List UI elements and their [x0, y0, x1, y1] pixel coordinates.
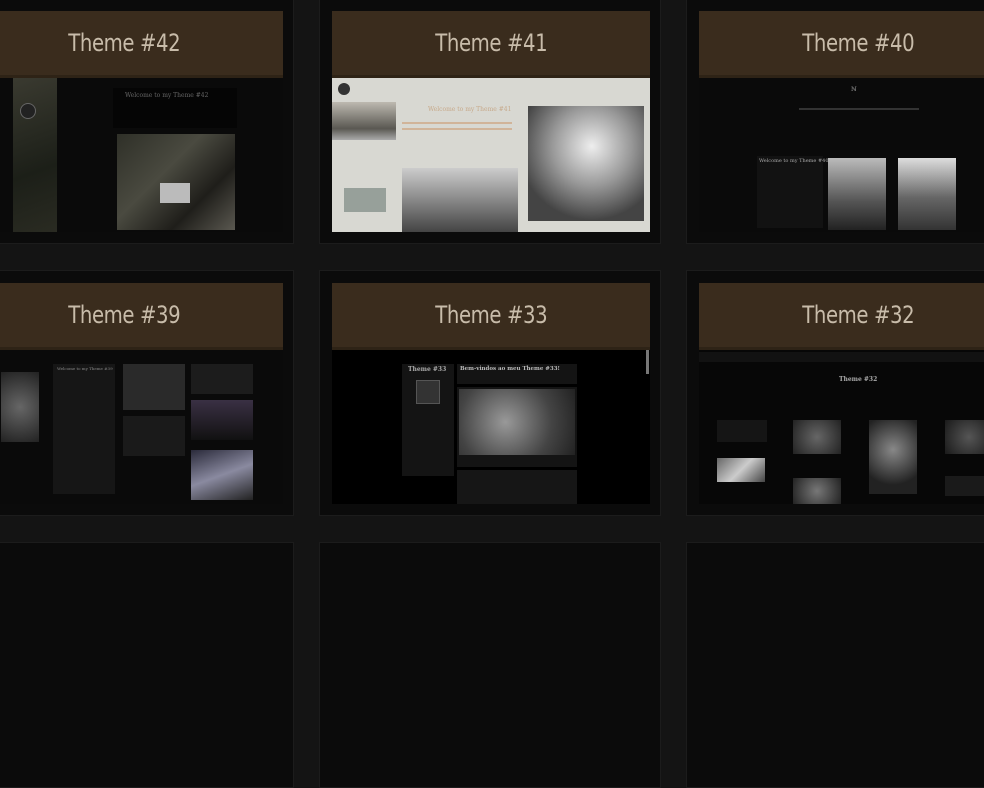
- preview-heading: Welcome to my Theme #42: [125, 92, 209, 99]
- theme-card-header: Theme #40: [699, 11, 984, 78]
- theme-card-42[interactable]: Theme #42 Welcome to my Theme #42: [0, 0, 294, 244]
- theme-card-33[interactable]: Theme #33 Theme #33 Bem-vindos ao meu Th…: [319, 270, 661, 516]
- theme-preview-image[interactable]: Welcome to my Theme #39: [0, 350, 283, 504]
- preview-heading: Bem-vindos ao meu Theme #33!: [460, 366, 560, 372]
- preview-heading: Welcome to my Theme #40: [759, 158, 829, 164]
- preview-heading: Theme #32: [839, 376, 878, 383]
- theme-title: Theme #41: [435, 29, 547, 57]
- theme-title: Theme #33: [435, 301, 547, 329]
- theme-card-header: Theme #32: [699, 283, 984, 350]
- theme-preview-image[interactable]: Welcome to my Theme #41: [332, 78, 650, 232]
- theme-card-row3-2[interactable]: [319, 542, 661, 788]
- theme-title: Theme #40: [802, 29, 914, 57]
- theme-card-41[interactable]: Theme #41 Welcome to my Theme #41: [319, 0, 661, 244]
- theme-card-header: Theme #41: [332, 11, 650, 78]
- theme-preview-image[interactable]: ℕ Welcome to my Theme #40: [699, 78, 984, 232]
- preview-heading: Welcome to my Theme #39: [57, 366, 113, 371]
- theme-card-39[interactable]: Theme #39 Welcome to my Theme #39: [0, 270, 294, 516]
- theme-card-row3-1[interactable]: [0, 542, 294, 788]
- preview-heading: Welcome to my Theme #41: [428, 106, 512, 113]
- theme-card-header: Theme #42: [0, 11, 283, 78]
- theme-card-row3-3[interactable]: [686, 542, 984, 788]
- scrollbar[interactable]: [646, 350, 649, 374]
- theme-title: Theme #32: [802, 301, 914, 329]
- theme-title: Theme #42: [68, 29, 180, 57]
- theme-card-header: Theme #33: [332, 283, 650, 350]
- theme-card-32[interactable]: Theme #32 Theme #32: [686, 270, 984, 516]
- theme-preview-image[interactable]: Welcome to my Theme #42: [0, 78, 283, 232]
- theme-preview-image[interactable]: Theme #33 Bem-vindos ao meu Theme #33!: [332, 350, 650, 504]
- theme-preview-image[interactable]: Theme #32: [699, 350, 984, 504]
- theme-card-header: Theme #39: [0, 283, 283, 350]
- preview-sidebar-title: Theme #33: [408, 366, 447, 373]
- theme-card-40[interactable]: Theme #40 ℕ Welcome to my Theme #40: [686, 0, 984, 244]
- theme-title: Theme #39: [68, 301, 180, 329]
